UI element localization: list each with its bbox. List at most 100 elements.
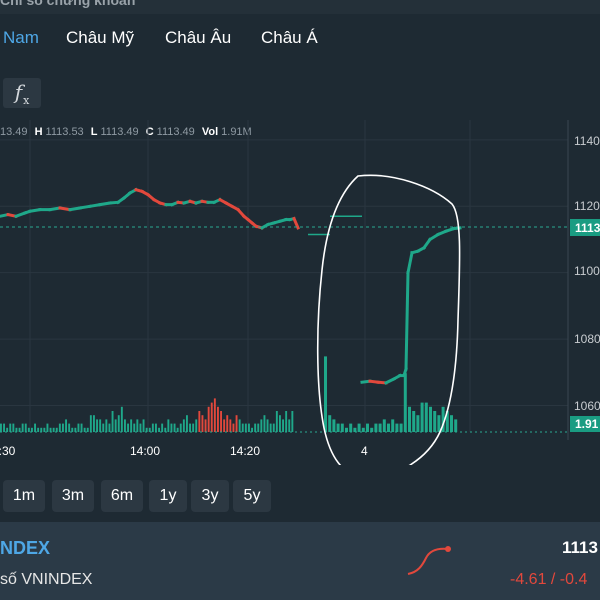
volume-bar — [260, 419, 263, 432]
volume-bar — [34, 423, 36, 432]
volume-bar — [217, 406, 219, 432]
volume-bar — [105, 419, 108, 432]
volume-bar — [71, 427, 74, 432]
tab-asia[interactable]: Châu Á — [261, 28, 318, 48]
volume-bar — [0, 423, 2, 432]
volume-bar — [68, 423, 71, 432]
price-segment — [68, 206, 82, 212]
page-header: Chỉ số chứng khoán — [0, 0, 600, 14]
volume-bar — [182, 419, 185, 432]
tab-americas[interactable]: Châu Mỹ — [66, 28, 134, 48]
volume-bar — [263, 415, 266, 432]
volume-bar — [77, 423, 80, 432]
volume-bar — [291, 411, 294, 432]
y-tick-label: 1080 — [574, 332, 600, 346]
volume-bar — [80, 423, 83, 432]
range-6m-button[interactable]: 6m — [101, 480, 143, 512]
volume-bar — [429, 406, 432, 432]
volume-bar — [412, 411, 416, 432]
volume-bar — [454, 419, 458, 432]
y-tick-label: 1140 — [574, 134, 600, 148]
volume-bar — [27, 427, 30, 432]
volume-bar — [408, 406, 411, 432]
range-1m-button[interactable]: 1m — [3, 480, 45, 512]
volume-bar — [201, 415, 204, 432]
volume-bar — [345, 427, 348, 432]
volume-bar — [46, 423, 49, 432]
volume-bar — [382, 419, 386, 432]
index-summary[interactable]: NDEX số VNINDEX 1113 -4.61 / -0.4 — [0, 522, 600, 600]
price-segment — [406, 250, 414, 275]
volume-bar — [161, 423, 164, 432]
volume-bar — [282, 419, 284, 432]
volume-bar — [198, 411, 201, 432]
volume-bar — [378, 423, 382, 432]
volume-bar — [272, 423, 275, 432]
x-tick-label: 14:00 — [130, 444, 160, 458]
volume-bar — [65, 419, 67, 432]
volume-bar — [108, 423, 111, 432]
volume-bar — [387, 423, 390, 432]
volume-bar — [285, 411, 288, 432]
volume-bar — [269, 423, 272, 432]
range-3m-button[interactable]: 3m — [52, 480, 94, 512]
range-1y-button[interactable]: 1y — [149, 480, 187, 512]
volume-bar — [18, 427, 21, 432]
current-price-tag-label: 1113 — [575, 221, 600, 235]
volume-bar — [226, 415, 229, 432]
volume-bar — [223, 419, 226, 432]
tab-europe[interactable]: Châu Âu — [165, 28, 231, 48]
volume-bar — [210, 402, 213, 432]
volume-bar — [248, 423, 250, 432]
volume-bar — [83, 427, 86, 432]
volume-bar — [395, 423, 399, 432]
index-name: NDEX — [0, 538, 51, 558]
volume-bar — [43, 427, 46, 432]
range-3y-button[interactable]: 3y — [191, 480, 229, 512]
sparkline-icon — [407, 546, 451, 575]
volume-bar — [437, 415, 441, 432]
volume-bar — [403, 373, 407, 432]
volume-bar — [89, 415, 92, 432]
volume-bar — [361, 427, 365, 432]
index-price: 1113 — [562, 538, 598, 557]
page-title: Chỉ số chứng khoán — [0, 0, 136, 8]
volume-bar — [62, 423, 64, 432]
volume-bar — [257, 423, 260, 432]
volume-bar — [151, 423, 154, 432]
volume-bar — [117, 415, 120, 432]
volume-bar — [37, 427, 40, 432]
function-icon: fx — [14, 79, 30, 107]
volume-bar — [130, 419, 133, 432]
volume-bar — [324, 356, 327, 432]
volume-bar — [15, 427, 18, 432]
index-description: số VNINDEX — [0, 571, 93, 588]
volume-bar — [370, 427, 374, 432]
time-range-selector: 1m 3m 6m 1y 3y 5y — [0, 480, 600, 512]
volume-bar — [120, 406, 123, 432]
volume-bar — [31, 427, 33, 432]
volume-bar — [254, 423, 257, 432]
volume-bar — [192, 423, 195, 432]
volume-bar — [213, 398, 216, 432]
tab-vietnam[interactable]: Nam — [3, 28, 39, 48]
volume-bar — [204, 419, 207, 432]
volume-bar — [6, 427, 9, 432]
volume-bar — [155, 423, 157, 432]
volume-bar — [189, 423, 191, 432]
indicator-function-button[interactable]: fx — [3, 78, 41, 108]
volume-bar — [238, 419, 241, 432]
volume-bar — [164, 427, 167, 432]
volume-bar — [40, 427, 43, 432]
volume-bar — [52, 427, 55, 432]
volume-bar — [374, 423, 378, 432]
range-5y-button[interactable]: 5y — [233, 480, 271, 512]
price-chart[interactable]: 1140 1120 1100 1080 1060 1113 1.91 3:30 … — [0, 120, 600, 465]
volume-bar — [136, 419, 139, 432]
volume-bar — [399, 423, 403, 432]
volume-bar — [416, 415, 420, 432]
price-segment — [78, 204, 92, 210]
volume-bar — [170, 423, 173, 432]
price-segment — [404, 271, 410, 371]
volume-bar — [127, 423, 129, 432]
